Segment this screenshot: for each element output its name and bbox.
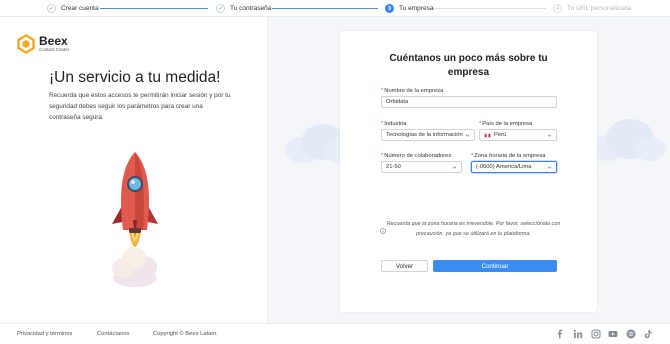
step-tu-contrasena: ✓ Tu contraseña <box>216 3 271 14</box>
company-name-value: Orbidata <box>386 99 409 105</box>
country-label: *País de la empresa <box>479 121 533 127</box>
spotify-icon[interactable] <box>626 329 636 339</box>
employees-value: 21-50 <box>386 164 401 170</box>
brand-subtitle: Contact Center <box>39 47 70 52</box>
employees-select[interactable]: 21-50 <box>381 161 462 173</box>
brand-logo: Beex Contact Center <box>16 34 69 54</box>
facebook-icon[interactable] <box>555 329 565 339</box>
youtube-icon[interactable] <box>608 329 618 339</box>
form-title: Cuéntanos un poco más sobre tu empresa <box>389 53 548 78</box>
industry-label: *Industria <box>381 121 407 127</box>
cloud-decoration <box>591 119 665 161</box>
peru-flag-icon <box>484 132 491 138</box>
industry-select[interactable]: Tecnologías de la información <box>381 129 475 141</box>
country-value: Perú <box>494 132 507 138</box>
hero-title: ¡Un servicio a tu medida! <box>49 69 221 86</box>
step-tu-url: 4 Tu URL personalizada <box>553 3 631 14</box>
industry-value: Tecnologías de la información <box>386 132 463 138</box>
privacy-link[interactable]: Privacidad y términos <box>17 331 72 337</box>
left-panel: Beex Contact Center ¡Un servicio a tu me… <box>0 17 268 323</box>
timezone-label: *Zona horaria de la empresa <box>471 153 546 159</box>
step-number-badge: 3 <box>385 4 394 13</box>
company-name-input[interactable]: Orbidata <box>381 96 557 108</box>
company-form-card: Cuéntanos un poco más sobre tu empresa *… <box>340 31 597 312</box>
step-crear-cuenta: ✓ Crear cuenta <box>47 3 99 14</box>
back-button[interactable]: Volver <box>381 260 428 272</box>
brand-name: Beex <box>39 34 68 48</box>
step-number-badge: 4 <box>553 4 562 13</box>
chevron-down-icon <box>547 134 552 137</box>
step-label: Crear cuenta <box>61 5 99 12</box>
timezone-value: (-0500) America/Lima <box>476 164 532 170</box>
chevron-down-icon <box>547 166 552 169</box>
employees-label: *Número de colaboradores <box>381 153 452 159</box>
linkedin-icon[interactable] <box>573 329 583 339</box>
continue-button[interactable]: Continuar <box>433 260 557 272</box>
timezone-warning-note: Recuerda que la zona horaria es irrevers… <box>386 221 561 237</box>
contact-link[interactable]: Contáctanos <box>97 331 130 337</box>
timezone-select[interactable]: (-0500) America/Lima <box>471 161 557 173</box>
copyright-text: Copyright © Beex Latam. <box>153 331 218 337</box>
step-connector <box>100 8 208 9</box>
hero-description: Recuerda que estos accesos te permitirán… <box>49 92 231 121</box>
step-connector <box>272 8 378 9</box>
tiktok-icon[interactable] <box>643 329 653 339</box>
instagram-icon[interactable] <box>591 329 601 339</box>
chevron-down-icon <box>452 166 457 169</box>
company-name-label: *Nombre de la empresa <box>381 88 444 94</box>
step-tu-empresa: 3 Tu empresa <box>385 3 433 14</box>
step-label: Tu contraseña <box>230 5 272 12</box>
beex-logo-icon <box>17 34 35 54</box>
step-connector <box>433 8 546 9</box>
country-select[interactable]: Perú <box>479 129 557 141</box>
chevron-down-icon <box>465 134 470 137</box>
check-icon: ✓ <box>216 4 225 13</box>
check-icon: ✓ <box>47 4 56 13</box>
step-label: Tu URL personalizada <box>567 5 632 12</box>
rocket-illustration <box>112 152 158 287</box>
footer: Privacidad y términos Contáctanos Copyri… <box>0 323 670 344</box>
progress-stepper: ✓ Crear cuenta ✓ Tu contraseña 3 Tu empr… <box>0 0 670 17</box>
step-label: Tu empresa <box>399 5 434 12</box>
